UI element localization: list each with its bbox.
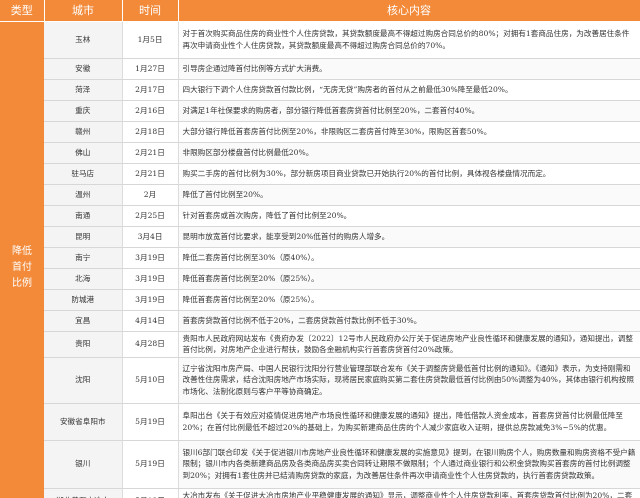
city-cell: 菏泽 — [44, 78, 122, 101]
city-cell: 驻马店 — [44, 162, 122, 185]
header-city: 城市 — [44, 0, 123, 21]
city-cell: 贵阳 — [44, 330, 122, 358]
table-row: 南宁 3月19日 降低二套房首付比例至30%（原40%）。 — [0, 246, 640, 269]
date-cell: 2月25日 — [121, 204, 179, 227]
content-cell: 昆明市放宽首付比要求，能享受到20%低首付的购房人增多。 — [178, 225, 640, 248]
city-cell: 北海 — [44, 267, 122, 290]
policy-table: 类型 城市 时间 核心内容 降低首付比例 玉林 1月5日 对于首次购买商品住房的商业性… — [0, 0, 640, 498]
table-row: 佛山 2月21日 非限购区部分楼盘首付比例最低20%。 — [0, 141, 640, 164]
date-cell: 1月27日 — [121, 57, 179, 80]
table-row: 降低首付比例 玉林 1月5日 对于首次购买商品住房的商业性个人住房贷款，其贷款额度最高… — [0, 20, 640, 498]
date-cell: 3月19日 — [121, 267, 179, 290]
table-row: 湖北黄石大冶市5月19日大冶市发布《关于促进大冶市房地产业平稳健康发展的通知》显… — [0, 487, 640, 498]
city-cell: 南通 — [44, 204, 122, 227]
city-cell: 佛山 — [44, 141, 122, 164]
content-cell: 针对首套房或首次购房，降低了首付比例至20%。 — [178, 204, 640, 227]
type-cell: 降低首付比例 — [0, 20, 44, 498]
date-cell: 2月16日 — [121, 99, 179, 122]
date-cell: 2月21日 — [121, 162, 179, 185]
content-cell: 银川6部门联合印发《关于促进银川市房地产业良性循环和健康发展的实施意见》提到，在… — [178, 439, 640, 489]
city-cell: 昆明 — [44, 225, 122, 248]
content-cell: 贵阳市人民政府网站发布《贵府办发〔2022〕12号市人民政府办公厅关于促进房地产… — [178, 330, 640, 358]
date-cell: 5月19日 — [121, 487, 179, 498]
table-row: 宜昌 4月14日 首套房贷款首付比例不低于20%，二套房贷款首付款比例不低于30%。 — [0, 309, 640, 332]
table-row: 驻马店 2月21日 购买二手房的首付比例为30%，部分新房项目商业贷款已开始执行20… — [0, 162, 640, 185]
city-cell: 温州 — [44, 183, 122, 206]
content-cell: 对满足1年社保要求的购房者，部分银行降低首套房贷首付比例至20%，二套首付40%… — [178, 99, 640, 122]
content-cell: 引导房企通过降首付比例等方式扩大消费。 — [178, 57, 640, 80]
content-cell: 阜阳出台《关于有效应对疫情促进房地产市场良性循环和健康发展的通知》提出，降低借款… — [178, 402, 640, 441]
city-cell: 沈阳 — [44, 356, 122, 404]
content-cell: 购买二手房的首付比例为30%，部分新房项目商业贷款已开始执行20%的首付比例，具… — [178, 162, 640, 185]
table-row: 安徽省阜阳市 5月19日 阜阳出台《关于有效应对疫情促进房地产市场良性循环和健康发展… — [0, 402, 640, 441]
date-cell: 4月28日 — [121, 330, 179, 358]
city-cell: 赣州 — [44, 120, 122, 143]
table-row: 贵阳 4月28日 贵阳市人民政府网站发布《贵府办发〔2022〕12号市人民政府办公厅… — [0, 330, 640, 358]
content-cell: 非限购区部分楼盘首付比例最低20%。 — [178, 141, 640, 164]
date-cell: 2月 — [121, 183, 179, 206]
date-cell: 1月5日 — [121, 20, 179, 59]
content-cell: 大冶市发布《关于促进大冶市房地产业平稳健康发展的通知》显示，调整商业性个人住房贷… — [178, 487, 640, 498]
city-cell: 重庆 — [44, 99, 122, 122]
city-cell: 南宁 — [44, 246, 122, 269]
city-cell: 银川 — [44, 439, 122, 489]
date-cell: 5月10日 — [121, 356, 179, 404]
content-cell: 大部分银行降低首套房首付比例至20%，非限购区二套房首付降至30%，限购区首套5… — [178, 120, 640, 143]
content-cell: 降低首套房首付比例至20%（原25%）。 — [178, 288, 640, 311]
city-cell: 防城港 — [44, 288, 122, 311]
table-body: 降低首付比例 玉林 1月5日 对于首次购买商品住房的商业性个人住房贷款，其贷款额度最高… — [0, 20, 640, 498]
date-cell: 3月19日 — [121, 246, 179, 269]
table-row: 昆明 3月4日 昆明市放宽首付比要求，能享受到20%低首付的购房人增多。 — [0, 225, 640, 248]
header-type: 类型 — [0, 0, 45, 21]
date-cell: 2月21日 — [121, 141, 179, 164]
date-cell: 5月19日 — [121, 439, 179, 489]
content-cell: 辽宁省沈阳市房产局、中国人民银行沈阳分行营业管理部联合发布《关于调整房贷最低首付… — [178, 356, 640, 404]
content-cell: 降低了首付比例至20%。 — [178, 183, 640, 206]
table-row: 防城港 3月19日 降低首套房首付比例至20%（原25%）。 — [0, 288, 640, 311]
table-header-row: 类型 城市 时间 核心内容 — [0, 0, 640, 21]
content-cell: 降低二套房首付比例至30%（原40%）。 — [178, 246, 640, 269]
header-content: 核心内容 — [178, 0, 640, 21]
content-cell: 四大银行下调个人住房贷款首付款比例，“无房无贷”购房者的首付从之前最低30%降至… — [178, 78, 640, 101]
date-cell: 4月14日 — [121, 309, 179, 332]
city-cell: 宜昌 — [44, 309, 122, 332]
content-cell: 首套房贷款首付比例不低于20%，二套房贷款首付款比例不低于30%。 — [178, 309, 640, 332]
header-date: 时间 — [122, 0, 179, 21]
date-cell: 3月4日 — [121, 225, 179, 248]
date-cell: 5月19日 — [121, 402, 179, 441]
city-cell: 安徽 — [44, 57, 122, 80]
table-row: 重庆 2月16日 对满足1年社保要求的购房者，部分银行降低首套房贷首付比例至20%，… — [0, 99, 640, 122]
city-cell: 安徽省阜阳市 — [44, 402, 122, 441]
date-cell: 2月17日 — [121, 78, 179, 101]
table-row: 沈阳 5月10日 辽宁省沈阳市房产局、中国人民银行沈阳分行营业管理部联合发布《关于调… — [0, 356, 640, 404]
table-row: 赣州 2月18日 大部分银行降低首套房首付比例至20%，非限购区二套房首付降至30%… — [0, 120, 640, 143]
table-row: 北海 3月19日 降低首套房首付比例至20%（原25%）。 — [0, 267, 640, 290]
date-cell: 2月18日 — [121, 120, 179, 143]
city-cell: 湖北黄石大冶市 — [44, 487, 122, 498]
city-cell: 玉林 — [44, 20, 122, 59]
table-row: 银川 5月19日 银川6部门联合印发《关于促进银川市房地产业良性循环和健康发展的实施… — [0, 439, 640, 489]
table-row: 温州 2月 降低了首付比例至20%。 — [0, 183, 640, 206]
content-cell: 对于首次购买商品住房的商业性个人住房贷款，其贷款额度最高不得超过购房合同总价的8… — [178, 20, 640, 59]
table-row: 菏泽 2月17日 四大银行下调个人住房贷款首付款比例，“无房无贷”购房者的首付从之前… — [0, 78, 640, 101]
table-row: 安徽 1月27日 引导房企通过降首付比例等方式扩大消费。 — [0, 57, 640, 80]
date-cell: 3月19日 — [121, 288, 179, 311]
table-row: 南通 2月25日 针对首套房或首次购房，降低了首付比例至20%。 — [0, 204, 640, 227]
content-cell: 降低首套房首付比例至20%（原25%）。 — [178, 267, 640, 290]
